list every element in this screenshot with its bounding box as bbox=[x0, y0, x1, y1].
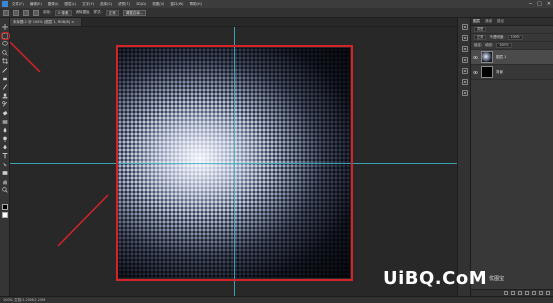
menu-filter[interactable]: 滤镜(T) bbox=[118, 0, 130, 8]
layer-filter-select[interactable]: 类型 bbox=[474, 27, 487, 32]
antialias-checkbox[interactable]: 消除锯齿 bbox=[76, 10, 90, 15]
menu-view[interactable]: 视图(V) bbox=[152, 0, 164, 8]
tab-layers[interactable]: 图层 bbox=[473, 19, 480, 24]
layer-row[interactable]: 背景 bbox=[471, 65, 553, 80]
new-group-icon[interactable] bbox=[532, 291, 536, 295]
pen-tool-icon[interactable] bbox=[2, 144, 8, 150]
watermark-brand: UiBQ.CoM bbox=[383, 267, 488, 289]
blend-mode-select[interactable]: 正常 bbox=[474, 35, 487, 40]
tab-paths[interactable]: 路径 bbox=[497, 19, 504, 24]
blend-opacity-row: 正常 不透明度: 100% bbox=[471, 34, 553, 42]
delete-layer-icon[interactable] bbox=[546, 291, 550, 295]
dodge-tool-icon[interactable] bbox=[2, 136, 8, 142]
crop-tool-icon[interactable] bbox=[2, 58, 8, 65]
menu-file[interactable]: 文件(F) bbox=[12, 0, 24, 8]
character-panel-icon[interactable] bbox=[462, 90, 468, 96]
swatches-panel-icon[interactable] bbox=[462, 68, 468, 74]
layer-style-icon[interactable] bbox=[511, 291, 515, 295]
history-brush-tool-icon[interactable] bbox=[2, 101, 8, 108]
tools-panel bbox=[0, 18, 10, 296]
panel-icon-strip bbox=[457, 18, 471, 296]
layers-panel: 图层 通道 路径 类型 正常 不透明度: 100% 锁定: 填充: 100% 图… bbox=[471, 18, 553, 296]
window-controls: ─ □ ✕ bbox=[529, 0, 551, 8]
menu-window[interactable]: 窗口(W) bbox=[170, 0, 183, 8]
menu-select[interactable]: 选择(S) bbox=[100, 0, 112, 8]
opacity-label: 不透明度: bbox=[489, 35, 505, 39]
link-layers-icon[interactable] bbox=[504, 291, 508, 295]
styles-panel-icon[interactable] bbox=[462, 57, 468, 63]
healing-brush-tool-icon[interactable] bbox=[2, 76, 8, 82]
new-layer-icon[interactable] bbox=[539, 291, 543, 295]
hand-tool-icon[interactable] bbox=[2, 179, 8, 185]
add-selection-icon[interactable] bbox=[23, 9, 29, 16]
add-mask-icon[interactable] bbox=[518, 291, 522, 295]
path-select-tool-icon[interactable] bbox=[2, 162, 8, 168]
menu-3d[interactable]: 3D(D) bbox=[136, 0, 146, 8]
document-tab[interactable]: 未标题-1 @ 100% (图层 1, RGB/8) × bbox=[10, 18, 82, 26]
eyedropper-tool-icon[interactable] bbox=[2, 67, 8, 73]
shape-tool-icon[interactable] bbox=[2, 170, 8, 176]
layer-name[interactable]: 图层 1 bbox=[496, 55, 506, 60]
layer-row[interactable]: 图层 1 bbox=[471, 50, 553, 65]
eraser-tool-icon[interactable] bbox=[2, 110, 8, 116]
fill-input[interactable]: 100% bbox=[496, 43, 512, 48]
layer-thumbnail bbox=[481, 51, 493, 63]
menu-edit[interactable]: 编辑(E) bbox=[30, 0, 42, 8]
tool-preset-icon[interactable] bbox=[3, 9, 9, 16]
subtract-selection-icon[interactable] bbox=[33, 9, 39, 16]
feather-input[interactable]: 0 像素 bbox=[55, 9, 72, 16]
maximize-button[interactable]: □ bbox=[537, 0, 542, 8]
type-tool-icon[interactable] bbox=[2, 153, 8, 159]
new-selection-icon[interactable] bbox=[13, 9, 19, 16]
opacity-input[interactable]: 100% bbox=[507, 35, 523, 40]
style-label: 样式: bbox=[93, 10, 102, 14]
menu-help[interactable]: 帮助(H) bbox=[190, 0, 202, 8]
adjustments-panel-icon[interactable] bbox=[462, 46, 468, 52]
photoshop-logo-icon bbox=[2, 1, 8, 7]
minimize-button[interactable]: ─ bbox=[529, 0, 532, 8]
watermark-sub: 优图宝 bbox=[489, 275, 505, 282]
menu-layer[interactable]: 图层(L) bbox=[64, 0, 76, 8]
visibility-eye-icon[interactable] bbox=[473, 55, 478, 60]
background-color-swatch[interactable] bbox=[2, 212, 8, 218]
options-bar: 羽化: 0 像素 消除锯齿 样式: 正常 调整边缘... bbox=[0, 8, 553, 18]
status-bar: 100% 文档:2.25M/2.25M bbox=[0, 296, 553, 303]
layers-panel-tabs: 图层 通道 路径 bbox=[471, 18, 553, 26]
gradient-tool-icon[interactable] bbox=[2, 119, 8, 125]
menu-image[interactable]: 图像(I) bbox=[48, 0, 59, 8]
fill-label: 填充: bbox=[485, 43, 494, 47]
visibility-eye-icon[interactable] bbox=[473, 70, 478, 75]
clone-stamp-tool-icon[interactable] bbox=[2, 93, 8, 99]
zoom-tool-icon[interactable] bbox=[2, 187, 8, 194]
selected-tool-highlight bbox=[1, 32, 10, 40]
lasso-tool-icon[interactable] bbox=[2, 41, 8, 47]
lock-fill-row: 锁定: 填充: 100% bbox=[471, 42, 553, 50]
style-select[interactable]: 正常 bbox=[105, 9, 119, 16]
close-button[interactable]: ✕ bbox=[547, 0, 551, 8]
history-panel-icon[interactable] bbox=[462, 24, 468, 30]
layer-name[interactable]: 背景 bbox=[496, 70, 503, 75]
move-tool-icon[interactable] bbox=[2, 24, 8, 30]
lock-label: 锁定: bbox=[474, 43, 483, 47]
properties-panel-icon[interactable] bbox=[462, 35, 468, 41]
quick-select-tool-icon[interactable] bbox=[2, 50, 8, 56]
adjustment-layer-icon[interactable] bbox=[525, 291, 529, 295]
layer-filter-row: 类型 bbox=[471, 26, 553, 34]
paragraph-panel-icon[interactable] bbox=[462, 79, 468, 85]
brush-tool-icon[interactable] bbox=[2, 84, 8, 90]
feather-label: 羽化: bbox=[43, 10, 52, 14]
blur-tool-icon[interactable] bbox=[2, 127, 8, 133]
watermark: UiBQ.CoM 优图宝 bbox=[383, 265, 543, 291]
menu-type[interactable]: 文字(Y) bbox=[82, 0, 94, 8]
tab-channels[interactable]: 通道 bbox=[485, 19, 492, 24]
refine-edge-button[interactable]: 调整边缘... bbox=[122, 9, 147, 16]
canvas-highlight-frame bbox=[116, 45, 353, 281]
menu-bar: 文件(F) 编辑(E) 图像(I) 图层(L) 文字(Y) 选择(S) 滤镜(T… bbox=[0, 0, 553, 8]
layer-thumbnail bbox=[481, 66, 493, 78]
foreground-color-swatch[interactable] bbox=[2, 204, 8, 210]
canvas-area[interactable] bbox=[10, 27, 457, 296]
